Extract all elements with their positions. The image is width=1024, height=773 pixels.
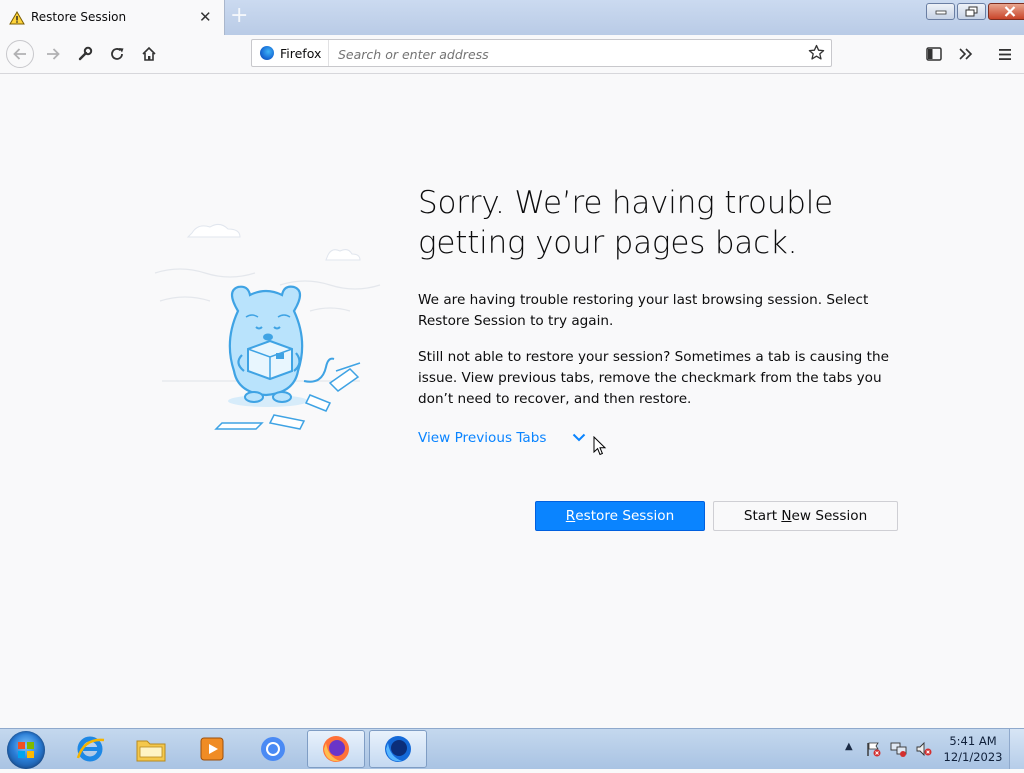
tab-close-icon[interactable]: ✕ xyxy=(199,9,212,25)
url-input[interactable] xyxy=(336,42,800,66)
hamburger-menu-icon xyxy=(999,48,1011,60)
show-desktop-button[interactable] xyxy=(1009,729,1024,769)
identity-box[interactable]: Firefox xyxy=(252,40,329,66)
media-player-icon xyxy=(200,737,224,761)
view-previous-tabs-toggle[interactable]: View Previous Tabs xyxy=(418,430,586,446)
address-bar[interactable]: Firefox xyxy=(251,39,832,67)
double-chevron-icon xyxy=(959,48,973,60)
clock-time: 5:41 AM xyxy=(949,734,997,748)
close-window-icon xyxy=(1004,6,1015,17)
home-icon xyxy=(142,46,156,61)
reload-button[interactable] xyxy=(104,41,130,67)
restore-session-button[interactable]: Restore Session xyxy=(535,501,705,531)
tab-title: Restore Session xyxy=(31,10,127,24)
minimize-icon xyxy=(935,10,946,14)
tab-restore-session[interactable]: Restore Session ✕ xyxy=(0,0,225,35)
clock-date: 12/1/2023 xyxy=(943,750,1003,764)
mouse-cursor-icon xyxy=(593,435,607,460)
page-title-line1: Sorry. We’re having trouble xyxy=(418,185,834,221)
start-new-session-label-pre: Start xyxy=(743,508,782,524)
start-new-session-label-post: ew Session xyxy=(791,508,868,524)
restore-icon xyxy=(965,6,978,17)
reload-icon xyxy=(111,48,124,60)
new-tab-button[interactable]: + xyxy=(230,4,248,28)
page-title-line2: getting your pages back. xyxy=(418,225,798,261)
taskbar-internet-explorer[interactable] xyxy=(61,730,119,768)
forward-button[interactable] xyxy=(40,41,66,67)
home-button[interactable] xyxy=(136,41,162,67)
description-paragraph-1: We are having trouble restoring your las… xyxy=(418,292,869,329)
chrome-icon xyxy=(261,737,285,761)
start-new-session-accesskey: N xyxy=(781,508,792,524)
restore-button[interactable] xyxy=(957,3,986,20)
navigation-toolbar: Firefox xyxy=(0,35,1024,74)
taskbar-firefox[interactable] xyxy=(307,730,365,768)
windows-logo-icon xyxy=(18,742,34,758)
internet-explorer-icon xyxy=(76,736,105,762)
session-restore-illustration xyxy=(150,205,385,440)
action-center-flag-icon[interactable] xyxy=(866,741,882,761)
wrench-icon xyxy=(78,46,93,61)
start-new-session-button[interactable]: Start New Session xyxy=(713,501,898,531)
page-title: Sorry. We’re having trouble getting your… xyxy=(418,183,918,263)
close-window-button[interactable] xyxy=(988,3,1024,20)
volume-muted-icon[interactable] xyxy=(915,741,933,761)
chevron-down-icon xyxy=(572,430,586,446)
sidebar-icon xyxy=(926,47,942,61)
sidebar-button[interactable] xyxy=(921,41,947,67)
firefox-developer-icon xyxy=(385,736,411,762)
taskbar: ▲ 5:41 AM 12/1/2023 xyxy=(0,728,1024,769)
taskbar-firefox-developer[interactable] xyxy=(369,730,427,768)
taskbar-chrome[interactable] xyxy=(244,730,302,768)
start-button[interactable] xyxy=(7,731,45,769)
forward-arrow-icon xyxy=(47,48,60,60)
back-button[interactable] xyxy=(6,40,34,68)
restore-session-label-post: estore Session xyxy=(575,508,675,524)
file-explorer-icon xyxy=(136,740,166,762)
tools-button[interactable] xyxy=(72,41,98,67)
network-icon[interactable] xyxy=(890,741,908,761)
description-paragraph-2: Still not able to restore your session? … xyxy=(418,349,889,407)
taskbar-media-player[interactable] xyxy=(183,730,241,768)
back-arrow-icon xyxy=(13,48,26,60)
firefox-icon xyxy=(323,736,349,762)
view-previous-tabs-label: View Previous Tabs xyxy=(418,430,547,446)
identity-label: Firefox xyxy=(280,46,322,61)
bookmark-star-icon[interactable] xyxy=(808,44,825,65)
title-bar: Restore Session ✕ + xyxy=(0,0,1024,35)
tray-overflow-chevron-icon[interactable]: ▲ xyxy=(845,741,853,752)
menu-button[interactable] xyxy=(992,41,1018,67)
firefox-logo-icon xyxy=(260,46,274,60)
system-clock[interactable]: 5:41 AM 12/1/2023 xyxy=(943,733,1003,765)
warning-icon xyxy=(9,10,25,29)
minimize-button[interactable] xyxy=(926,3,955,20)
overflow-button[interactable] xyxy=(953,41,979,67)
restore-session-accesskey: R xyxy=(565,508,576,524)
taskbar-file-explorer[interactable] xyxy=(122,730,180,768)
